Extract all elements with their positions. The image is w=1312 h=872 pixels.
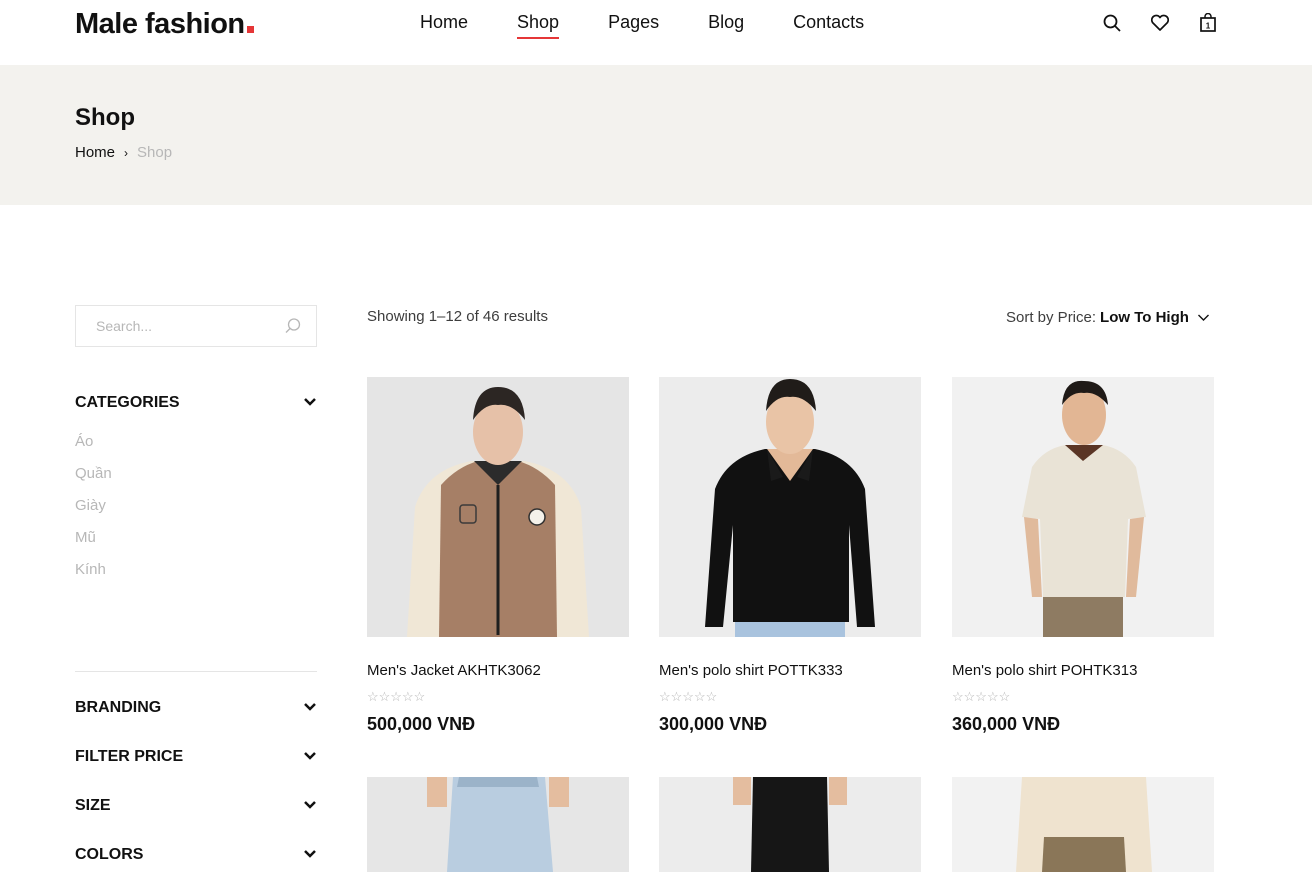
chevron-down-icon [303, 846, 317, 864]
product-image[interactable] [952, 377, 1214, 637]
product-price: 300,000 VNĐ [659, 714, 768, 734]
filter-colors-header[interactable]: COLORS [75, 846, 317, 864]
chevron-down-icon [1197, 309, 1210, 326]
sidebar-search [75, 305, 317, 347]
breadcrumb-home[interactable]: Home [75, 144, 115, 161]
product-price: 360,000 VNĐ [952, 714, 1061, 734]
nav-pages[interactable]: Pages [608, 12, 659, 39]
filter-categories-header[interactable]: CATEGORIES [75, 394, 317, 412]
nav-blog[interactable]: Blog [708, 12, 744, 39]
price-title: FILTER PRICE [75, 748, 184, 765]
search-icon[interactable] [1102, 13, 1122, 33]
results-count: Showing 1–12 of 46 results [367, 308, 548, 325]
category-item[interactable]: Mũ [75, 529, 96, 546]
product-card[interactable]: Men's polo shirt POTTK333 ☆☆☆☆☆ 300,000 … [659, 377, 921, 734]
chevron-down-icon [303, 394, 317, 412]
product-card[interactable]: Men's Jacket AKHTK3062 ☆☆☆☆☆ 500,000 VNĐ [367, 377, 629, 734]
page-title: Shop [75, 104, 135, 131]
sort-dropdown[interactable]: Sort by Price: Low To High [1006, 309, 1210, 326]
sidebar-divider [75, 671, 317, 672]
search-input[interactable] [96, 318, 276, 334]
product-image[interactable] [659, 377, 921, 637]
sort-label: Sort by Price: [1006, 309, 1097, 326]
product-image[interactable] [659, 777, 921, 872]
product-name[interactable]: Men's polo shirt POTTK333 [659, 662, 843, 679]
colors-title: COLORS [75, 846, 144, 863]
category-item[interactable]: Quần [75, 465, 112, 482]
cart-count: 1 [1206, 22, 1211, 31]
nav-contacts[interactable]: Contacts [793, 12, 864, 39]
cart-icon[interactable]: 1 [1198, 13, 1218, 33]
product-card[interactable] [659, 777, 921, 872]
product-card[interactable]: Men's polo shirt POHTK313 ☆☆☆☆☆ 360,000 … [952, 377, 1214, 734]
size-title: SIZE [75, 797, 111, 814]
main-nav: Home Shop Pages Blog Contacts [420, 12, 913, 39]
rating-stars: ☆☆☆☆☆ [367, 689, 426, 704]
chevron-down-icon [303, 797, 317, 815]
categories-title: CATEGORIES [75, 394, 180, 411]
product-card[interactable] [367, 777, 629, 872]
product-name[interactable]: Men's Jacket AKHTK3062 [367, 662, 541, 679]
breadcrumb-current: Shop [137, 144, 173, 161]
chevron-right-icon: › [124, 145, 129, 160]
product-image[interactable] [367, 377, 629, 637]
heart-icon[interactable] [1150, 13, 1170, 33]
product-card[interactable] [952, 777, 1214, 872]
chevron-down-icon [303, 748, 317, 766]
page-banner: Shop Home › Shop [0, 65, 1312, 205]
rating-stars: ☆☆☆☆☆ [659, 689, 718, 704]
logo-text: Male fashion [75, 8, 245, 40]
nav-shop[interactable]: Shop [517, 12, 560, 39]
rating-stars: ☆☆☆☆☆ [952, 689, 1011, 704]
product-price: 500,000 VNĐ [367, 714, 476, 734]
product-image[interactable] [952, 777, 1214, 872]
category-item[interactable]: Áo [75, 433, 93, 450]
header-icons: 1 [1102, 13, 1218, 33]
breadcrumb: Home › Shop [75, 144, 172, 161]
logo-dot [246, 26, 254, 33]
filter-branding-header[interactable]: BRANDING [75, 699, 317, 717]
search-icon[interactable] [284, 317, 302, 340]
site-logo[interactable]: Male fashion [75, 8, 254, 41]
chevron-down-icon [303, 699, 317, 717]
filter-size-header[interactable]: SIZE [75, 797, 317, 815]
filter-price-header[interactable]: FILTER PRICE [75, 748, 317, 766]
sort-value: Low To High [1100, 309, 1189, 326]
product-name[interactable]: Men's polo shirt POHTK313 [952, 662, 1137, 679]
product-image[interactable] [367, 777, 629, 872]
branding-title: BRANDING [75, 699, 162, 716]
category-item[interactable]: Giày [75, 497, 106, 514]
nav-home[interactable]: Home [420, 12, 468, 39]
site-header: Male fashion Home Shop Pages Blog Contac… [0, 0, 1312, 65]
category-item[interactable]: Kính [75, 561, 106, 578]
